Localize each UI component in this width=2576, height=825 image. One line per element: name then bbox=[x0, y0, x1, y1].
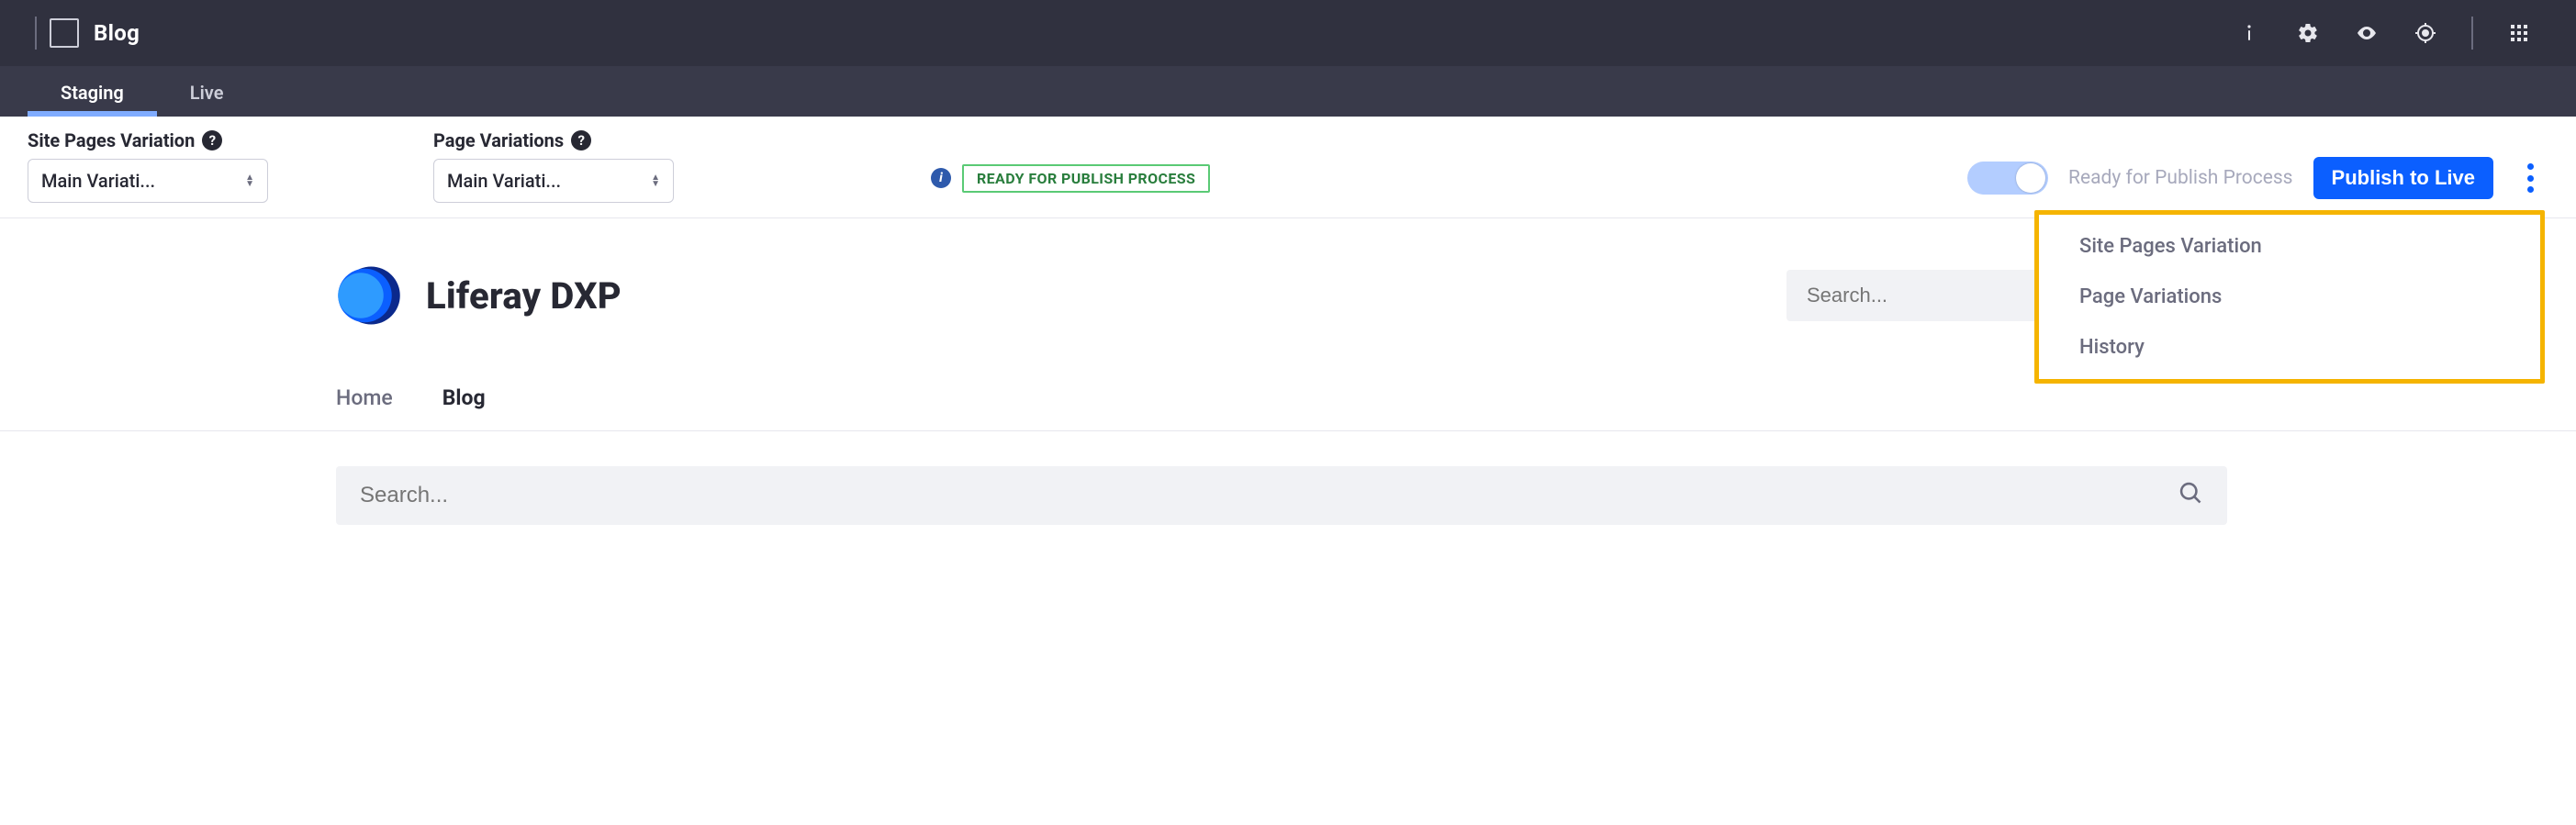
page-body bbox=[0, 430, 2576, 525]
sort-icon: ▲▼ bbox=[245, 174, 254, 187]
more-options-button[interactable] bbox=[2514, 162, 2547, 195]
ready-toggle[interactable] bbox=[1967, 162, 2048, 195]
help-icon[interactable]: ? bbox=[571, 130, 591, 151]
staging-controls-bar: Site Pages Variation ? Main Variati... ▲… bbox=[0, 117, 2576, 218]
target-icon[interactable] bbox=[2413, 20, 2438, 46]
topbar-main-row: Blog bbox=[0, 0, 2576, 66]
page-title: Blog bbox=[94, 20, 140, 46]
blog-search-input[interactable] bbox=[360, 483, 2178, 508]
site-pages-variation-group: Site Pages Variation ? Main Variati... ▲… bbox=[28, 129, 268, 203]
staging-tabs: Staging Live bbox=[0, 66, 2576, 117]
search-icon[interactable] bbox=[2178, 480, 2203, 511]
topbar-left-divider bbox=[35, 17, 37, 50]
tab-staging[interactable]: Staging bbox=[28, 69, 157, 117]
more-options-menu: Site Pages Variation Page Variations His… bbox=[2034, 210, 2545, 384]
menu-item-site-pages-variation[interactable]: Site Pages Variation bbox=[2079, 235, 2500, 258]
publish-to-live-button[interactable]: Publish to Live bbox=[2313, 157, 2493, 199]
controls-right-cluster: Ready for Publish Process Publish to Liv… bbox=[1967, 157, 2547, 199]
apps-grid-icon[interactable] bbox=[2506, 20, 2532, 46]
page-variations-group: Page Variations ? Main Variati... ▲▼ bbox=[433, 129, 674, 203]
ready-toggle-label: Ready for Publish Process bbox=[2068, 167, 2292, 189]
site-header: Liferay DXP bbox=[336, 262, 2227, 329]
site-pages-variation-label: Site Pages Variation bbox=[28, 129, 195, 151]
liferay-logo-icon bbox=[336, 262, 402, 329]
site-pages-variation-select[interactable]: Main Variati... ▲▼ bbox=[28, 159, 268, 203]
page-icon[interactable] bbox=[50, 18, 79, 48]
site-nav: Home Blog bbox=[336, 385, 2227, 410]
topbar-actions bbox=[2236, 17, 2532, 50]
menu-item-page-variations[interactable]: Page Variations bbox=[2079, 285, 2500, 308]
page-variations-select[interactable]: Main Variati... ▲▼ bbox=[433, 159, 674, 203]
page-variations-value: Main Variati... bbox=[447, 170, 561, 192]
tab-live[interactable]: Live bbox=[157, 69, 257, 117]
topbar-divider bbox=[2471, 17, 2473, 50]
publish-status: i READY FOR PUBLISH PROCESS bbox=[931, 164, 1210, 193]
nav-link-blog[interactable]: Blog bbox=[442, 385, 486, 410]
ready-badge: READY FOR PUBLISH PROCESS bbox=[962, 164, 1210, 193]
info-circle-icon[interactable]: i bbox=[931, 168, 951, 188]
menu-item-history[interactable]: History bbox=[2079, 336, 2500, 359]
gear-icon[interactable] bbox=[2295, 20, 2321, 46]
help-icon[interactable]: ? bbox=[202, 130, 222, 151]
nav-link-home[interactable]: Home bbox=[336, 385, 393, 410]
page-variations-label: Page Variations bbox=[433, 129, 564, 151]
site-pages-variation-value: Main Variati... bbox=[41, 170, 155, 192]
site-brand-name: Liferay DXP bbox=[426, 274, 622, 318]
sort-icon: ▲▼ bbox=[651, 174, 660, 187]
info-icon[interactable] bbox=[2236, 20, 2262, 46]
admin-topbar: Blog Staging Live bbox=[0, 0, 2576, 117]
eye-icon[interactable] bbox=[2354, 20, 2380, 46]
blog-search[interactable] bbox=[336, 466, 2227, 525]
